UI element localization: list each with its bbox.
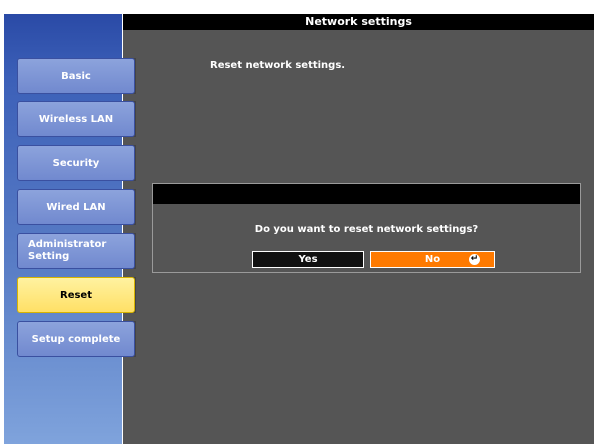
dialog-title-bar — [153, 184, 580, 204]
yes-label: Yes — [298, 254, 318, 265]
confirm-dialog: Do you want to reset network settings? Y… — [152, 183, 581, 273]
enter-icon: ↵ — [469, 254, 480, 265]
projector-menu-frame: Network settings Reset network settings.… — [0, 0, 594, 444]
sidebar-item-setup-complete[interactable]: Setup complete — [17, 321, 135, 357]
no-label: No — [424, 254, 441, 265]
sidebar-item-label: Setup complete — [31, 333, 121, 345]
no-button[interactable]: No ↵ — [370, 251, 495, 268]
sidebar-item-label: Reset — [60, 289, 92, 301]
sidebar-item-label: Security — [52, 157, 100, 169]
sidebar-item-label: Administrator Setting — [28, 239, 107, 262]
sidebar-item-administrator-setting[interactable]: Administrator Setting — [17, 233, 135, 269]
sidebar-item-security[interactable]: Security — [17, 145, 135, 181]
sidebar-item-label: Wireless LAN — [38, 113, 114, 125]
sidebar-item-label: Wired LAN — [46, 201, 106, 213]
sidebar-item-reset[interactable]: Reset — [17, 277, 135, 313]
sidebar-item-wired-lan[interactable]: Wired LAN — [17, 189, 135, 225]
reset-message: Reset network settings. — [210, 60, 346, 71]
sidebar-item-basic[interactable]: Basic — [17, 58, 135, 94]
sidebar-item-label: Basic — [61, 70, 91, 82]
yes-button[interactable]: Yes — [252, 251, 364, 268]
sidebar-item-wireless-lan[interactable]: Wireless LAN — [17, 101, 135, 137]
window-title: Network settings — [123, 14, 594, 30]
dialog-question: Do you want to reset network settings? — [254, 224, 479, 235]
